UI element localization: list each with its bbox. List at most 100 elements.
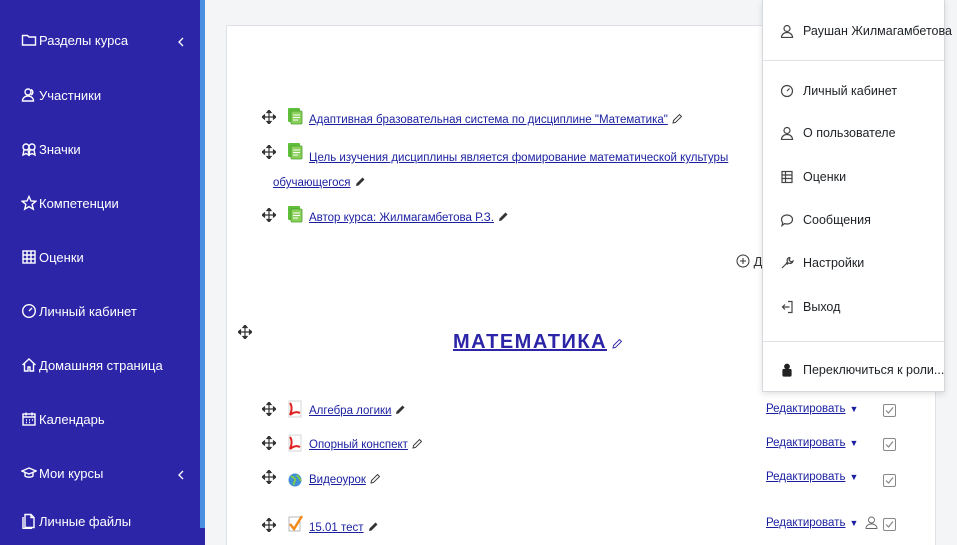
- move-icon[interactable]: [261, 517, 277, 533]
- badges-icon: [21, 141, 37, 157]
- completion-checkbox[interactable]: [883, 518, 896, 531]
- sidebar-item-label: Разделы курса: [39, 32, 129, 48]
- move-icon[interactable]: [261, 207, 277, 223]
- sidebar-item-badges[interactable]: Значки: [0, 122, 200, 176]
- activity-link[interactable]: Адаптивная бразовательная система по дис…: [309, 113, 683, 126]
- user-menu-grades[interactable]: Оценки: [763, 164, 944, 190]
- pencil-icon[interactable]: [354, 176, 366, 188]
- folder-icon: [21, 32, 37, 48]
- url-icon: [287, 470, 303, 488]
- star-icon: [21, 195, 37, 211]
- users-icon: [21, 87, 37, 103]
- activity-link[interactable]: 15.01 тест: [309, 521, 379, 534]
- plus-circle-icon: [736, 254, 750, 268]
- sidebar-item-label: Мои курсы: [39, 465, 104, 481]
- move-icon[interactable]: [261, 435, 277, 451]
- user-menu-label: Личный кабинет: [803, 84, 898, 98]
- user-menu-label: О пользователе: [803, 126, 896, 140]
- caret-down-icon: ▼: [849, 518, 859, 528]
- pencil-icon[interactable]: [411, 438, 423, 450]
- move-icon[interactable]: [261, 109, 277, 125]
- user-menu-switch-role[interactable]: Переключиться к роли...: [763, 357, 944, 383]
- chevron-left-icon[interactable]: [176, 468, 186, 480]
- user-menu-label: Выход: [803, 300, 841, 314]
- dashboard-icon: [21, 303, 37, 319]
- pencil-icon[interactable]: [367, 521, 379, 533]
- move-icon[interactable]: [261, 469, 277, 485]
- activity-link[interactable]: Видеоурок: [309, 473, 381, 486]
- edit-menu-link[interactable]: Редактировать ▼: [766, 517, 858, 529]
- move-icon[interactable]: [261, 144, 277, 160]
- sidebar-item-participants[interactable]: Участники: [0, 68, 200, 122]
- sidebar-item-label: Домашняя страница: [39, 357, 163, 373]
- activity-link[interactable]: Алгебра логики: [309, 404, 406, 417]
- pencil-icon[interactable]: [611, 333, 625, 349]
- sidebar-item-private-files[interactable]: Личные файлы: [0, 494, 200, 545]
- wrench-icon: [780, 256, 794, 270]
- sidebar-item-label: Значки: [39, 141, 81, 157]
- sidebar: Разделы курса Участники Значки Компетенц…: [0, 0, 205, 545]
- table-icon: [21, 249, 37, 265]
- chevron-left-icon[interactable]: [176, 35, 186, 47]
- page-icon: [287, 142, 303, 160]
- user-name-label: Раушан Жилмагамбетова: [803, 24, 952, 38]
- sidebar-item-grades[interactable]: Оценки: [0, 230, 200, 284]
- sidebar-item-calendar[interactable]: Календарь: [0, 392, 200, 446]
- edit-menu-link[interactable]: Редактировать ▼: [766, 403, 858, 415]
- user-menu-dropdown: Раушан Жилмагамбетова Личный кабинет О п…: [762, 0, 952, 392]
- user-menu-name[interactable]: Раушан Жилмагамбетова: [763, 18, 952, 44]
- activity-link[interactable]: Опорный конспект: [309, 438, 423, 451]
- user-icon: [780, 24, 794, 38]
- pencil-icon[interactable]: [671, 113, 683, 125]
- user-menu-label: Сообщения: [803, 213, 871, 227]
- caret-down-icon: ▼: [849, 404, 859, 414]
- activity-link[interactable]: Цель изучения дисциплины является фомиро…: [309, 152, 728, 164]
- activity-link[interactable]: Автор курса: Жилмагамбетова Р.З.: [309, 211, 509, 224]
- pencil-icon[interactable]: [369, 473, 381, 485]
- edit-menu-link[interactable]: Редактировать ▼: [766, 471, 858, 483]
- user-menu-messages[interactable]: Сообщения: [763, 207, 944, 233]
- user-menu-logout[interactable]: Выход: [763, 294, 944, 320]
- add-activity-link[interactable]: Д: [736, 254, 762, 269]
- section-title[interactable]: МАТЕМАТИКА: [453, 331, 625, 354]
- person-role-icon: [780, 363, 794, 377]
- user-menu-dashboard[interactable]: Личный кабинет: [763, 78, 944, 104]
- user-menu-label: Переключиться к роли...: [803, 363, 945, 377]
- completion-checkbox[interactable]: [883, 404, 896, 417]
- sidebar-item-label: Календарь: [39, 411, 105, 427]
- sidebar-item-competencies[interactable]: Компетенции: [0, 176, 200, 230]
- section-move-icon[interactable]: [237, 324, 253, 340]
- files-icon: [21, 513, 37, 529]
- edit-menu-link[interactable]: Редактировать ▼: [766, 437, 858, 449]
- user-icon: [865, 516, 878, 529]
- divider: [763, 60, 944, 61]
- pencil-icon[interactable]: [394, 404, 406, 416]
- sidebar-item-dashboard[interactable]: Личный кабинет: [0, 284, 200, 338]
- message-icon: [780, 213, 794, 227]
- dashboard-icon: [780, 84, 794, 98]
- completion-checkbox[interactable]: [883, 438, 896, 451]
- sidebar-item-label: Оценки: [39, 249, 84, 265]
- user-menu-profile[interactable]: О пользователе: [763, 120, 944, 146]
- sidebar-item-my-courses[interactable]: Мои курсы: [0, 446, 200, 500]
- sidebar-item-home[interactable]: Домашняя страница: [0, 338, 200, 392]
- page-icon: [287, 107, 303, 125]
- sidebar-item-label: Личные файлы: [39, 513, 132, 529]
- move-icon[interactable]: [261, 401, 277, 417]
- caret-down-icon: ▼: [849, 472, 859, 482]
- pdf-icon: [287, 400, 303, 418]
- sidebar-item-sections[interactable]: Разделы курса: [0, 13, 200, 67]
- divider: [763, 341, 944, 342]
- pencil-icon[interactable]: [497, 211, 509, 223]
- sidebar-item-label: Участники: [39, 87, 102, 103]
- home-icon: [21, 357, 37, 373]
- completion-checkbox[interactable]: [883, 474, 896, 487]
- caret-down-icon: ▼: [849, 438, 859, 448]
- sidebar-item-label: Компетенции: [39, 195, 119, 211]
- user-menu-preferences[interactable]: Настройки: [763, 250, 944, 276]
- user-menu-label: Оценки: [803, 170, 847, 184]
- pdf-icon: [287, 434, 303, 452]
- page-icon: [287, 205, 303, 223]
- user-menu-label: Настройки: [803, 256, 865, 270]
- activity-link-line2[interactable]: обучающегося: [273, 176, 366, 189]
